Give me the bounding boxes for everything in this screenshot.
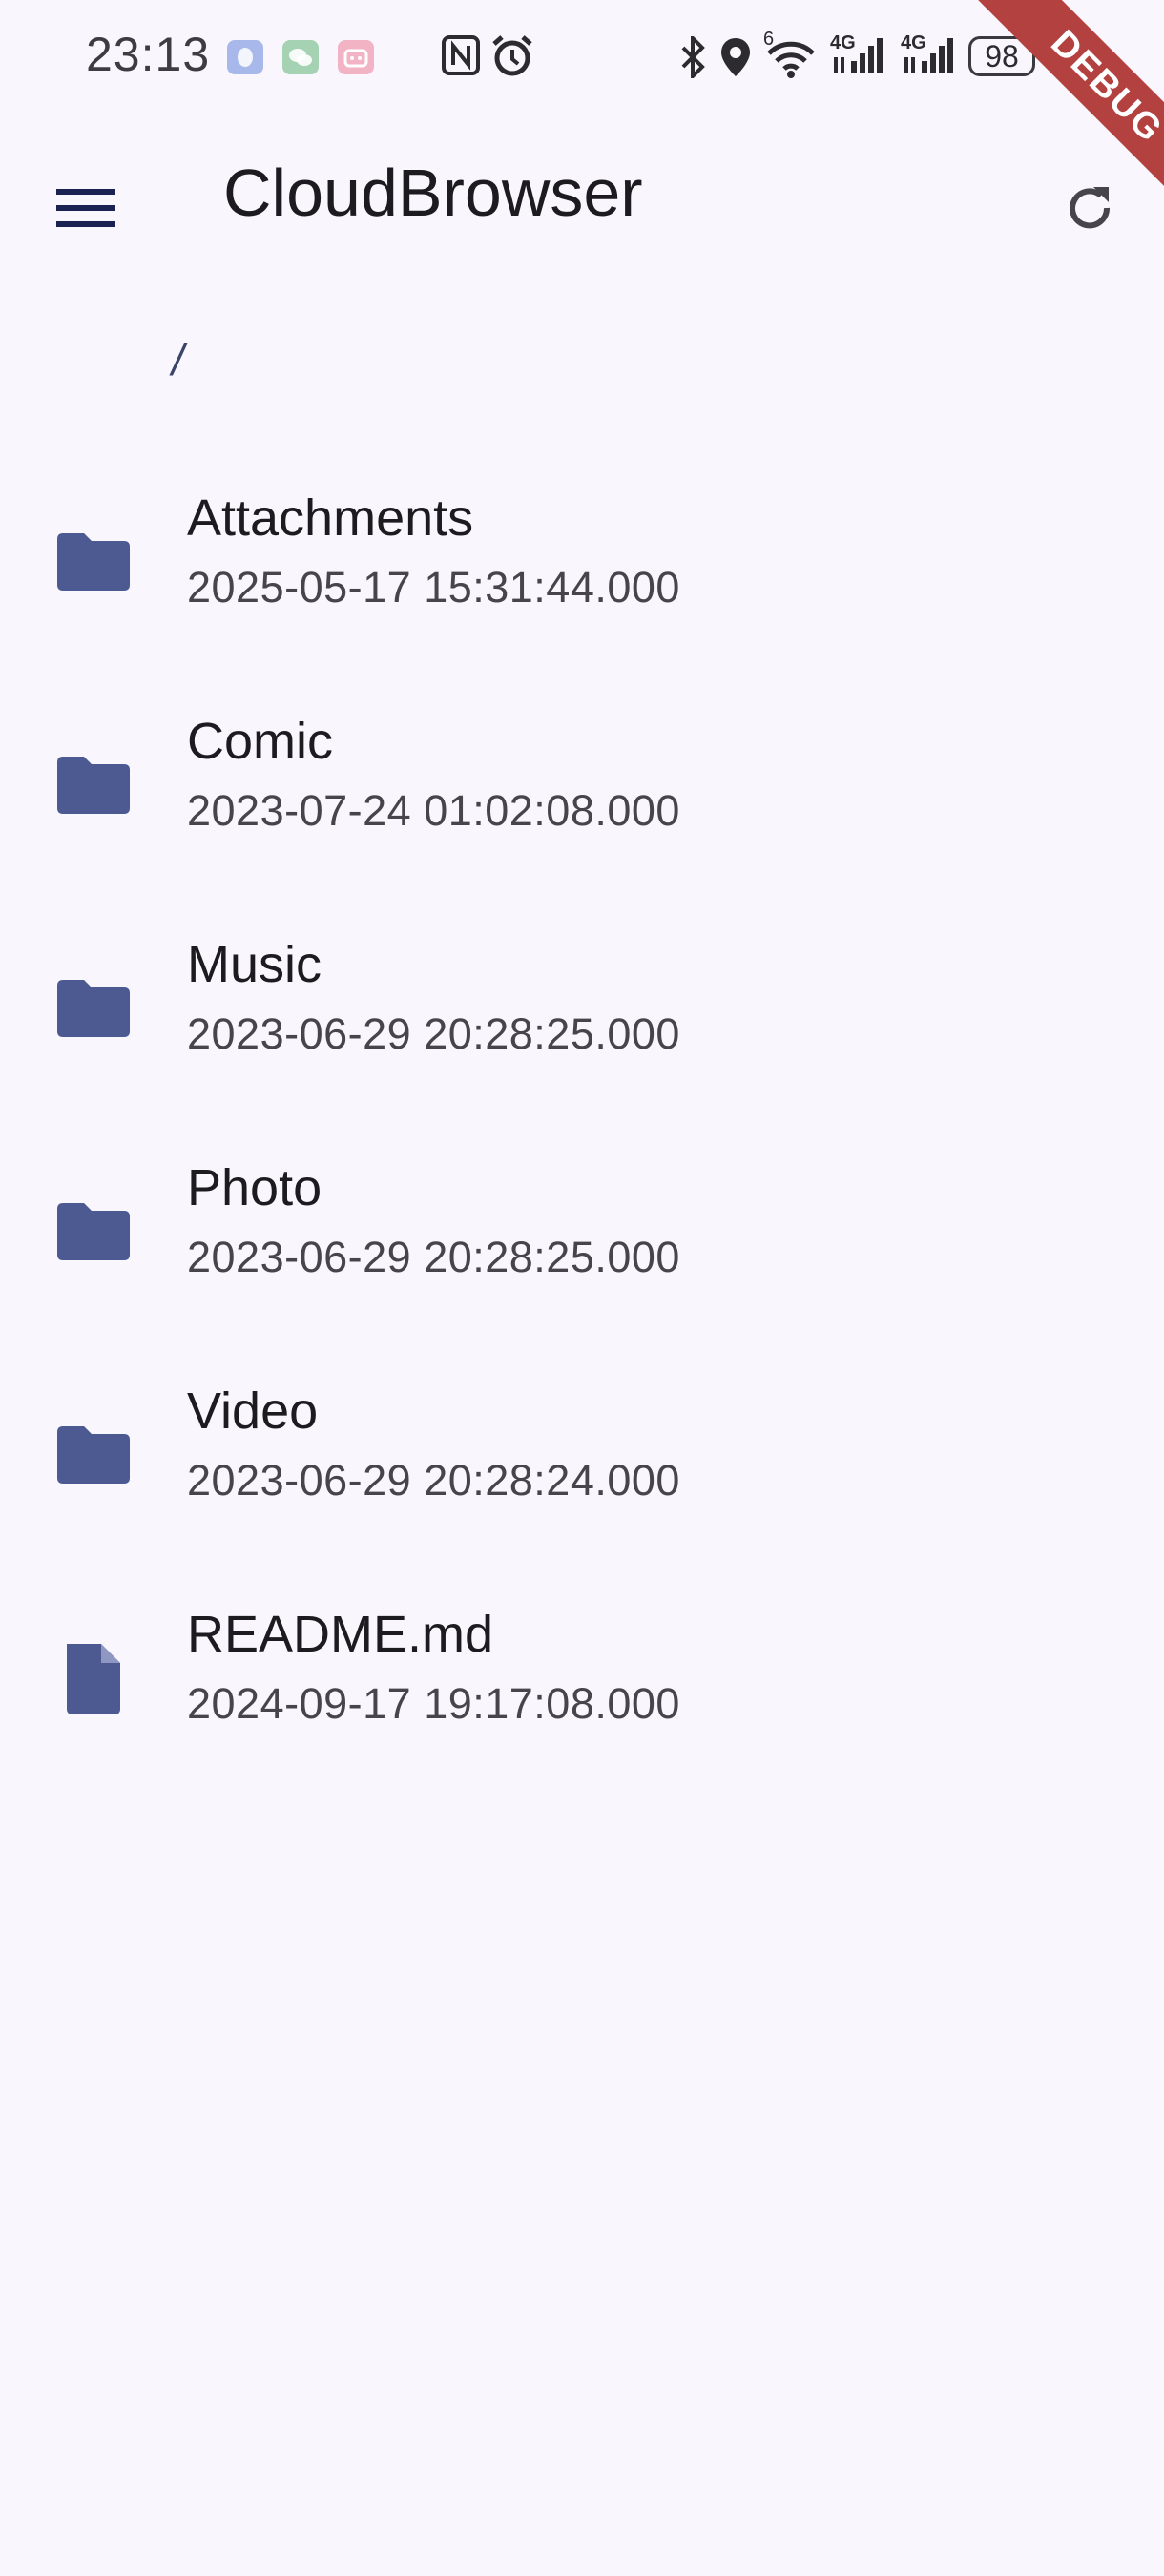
bilibili-icon — [338, 40, 374, 74]
folder-icon — [53, 743, 134, 823]
signal-icon: 4G — [901, 32, 958, 81]
item-name: README.md — [187, 1606, 494, 1663]
qq-icon — [227, 40, 263, 74]
item-date: 2023-06-29 20:28:25.000 — [187, 1233, 680, 1281]
folder-icon — [53, 1190, 134, 1270]
app-bar: CloudBrowser — [0, 114, 1164, 281]
hamburger-menu-icon — [56, 187, 115, 234]
bluetooth-icon — [679, 33, 708, 83]
item-date: 2025-05-17 15:31:44.000 — [187, 563, 680, 612]
battery-icon: 98 — [968, 36, 1035, 76]
item-date: 2023-06-29 20:28:25.000 — [187, 1009, 680, 1058]
item-date: 2023-06-29 20:28:24.000 — [187, 1456, 680, 1505]
network-type-label: 4G — [830, 32, 856, 53]
folder-item-attachments[interactable]: Attachments 2025-05-17 15:31:44.000 — [0, 477, 1164, 700]
folder-icon — [53, 520, 134, 600]
item-name: Photo — [187, 1159, 322, 1216]
wifi-badge: 6 — [763, 29, 775, 50]
app-title: CloudBrowser — [223, 156, 643, 230]
signal-icon: 4G — [830, 32, 887, 81]
item-name: Attachments — [187, 489, 474, 547]
nfc-icon — [441, 34, 481, 81]
status-bar: 23:13 6 4G 4G 98 — [0, 0, 1164, 114]
folder-icon — [53, 966, 134, 1047]
file-list: Attachments 2025-05-17 15:31:44.000 Comi… — [0, 477, 1164, 1817]
menu-button[interactable] — [38, 162, 134, 258]
item-name: Music — [187, 936, 322, 993]
wechat-icon — [282, 40, 319, 74]
folder-item-video[interactable]: Video 2023-06-29 20:28:24.000 — [0, 1370, 1164, 1593]
folder-item-comic[interactable]: Comic 2023-07-24 01:02:08.000 — [0, 700, 1164, 924]
file-item-readme[interactable]: README.md 2024-09-17 19:17:08.000 — [0, 1593, 1164, 1817]
folder-icon — [53, 1413, 134, 1493]
folder-item-music[interactable]: Music 2023-06-29 20:28:25.000 — [0, 924, 1164, 1147]
alarm-icon — [490, 34, 534, 83]
network-type-label: 4G — [901, 32, 926, 53]
breadcrumb[interactable]: / — [172, 334, 184, 385]
file-icon — [53, 1636, 134, 1716]
item-name: Comic — [187, 713, 334, 770]
folder-item-photo[interactable]: Photo 2023-06-29 20:28:25.000 — [0, 1147, 1164, 1370]
item-date: 2024-09-17 19:17:08.000 — [187, 1679, 680, 1728]
status-time: 23:13 — [86, 28, 211, 81]
location-icon — [719, 36, 752, 83]
item-date: 2023-07-24 01:02:08.000 — [187, 786, 680, 835]
wifi-icon: 6 — [763, 29, 819, 83]
refresh-button[interactable] — [1042, 162, 1137, 258]
refresh-icon — [1061, 179, 1118, 241]
item-name: Video — [187, 1382, 319, 1440]
